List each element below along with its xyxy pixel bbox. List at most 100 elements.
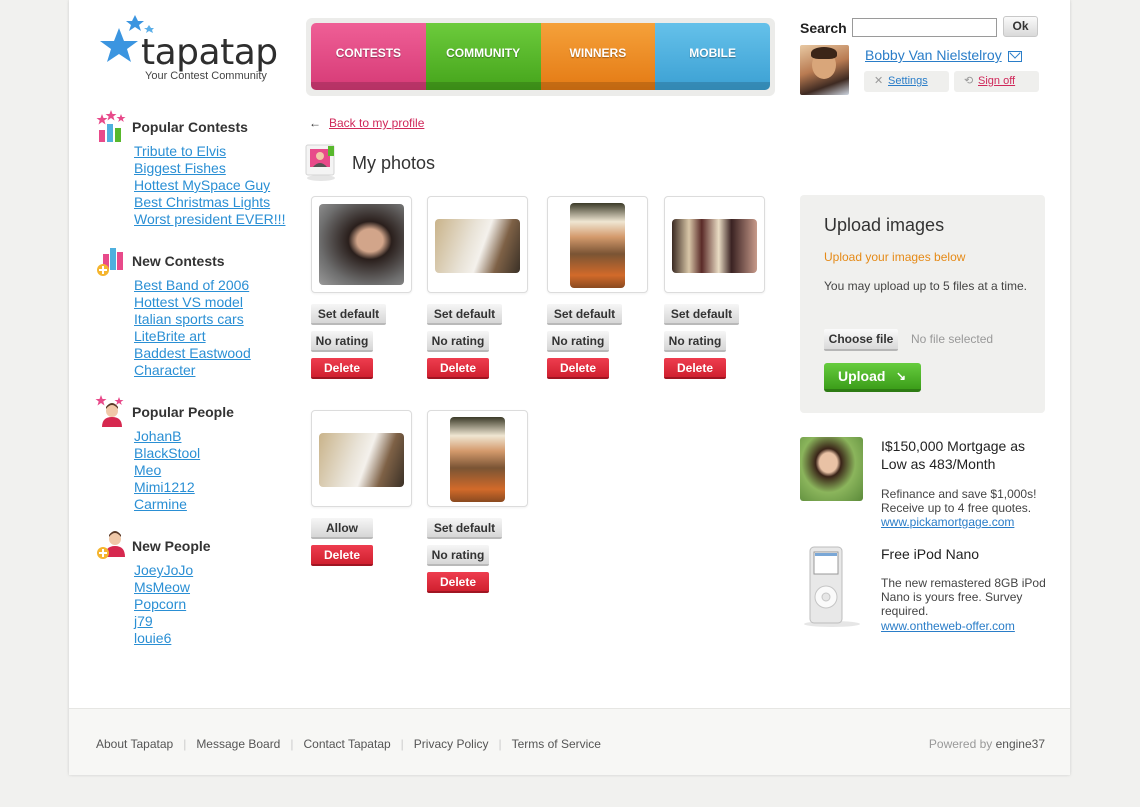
user-avatar[interactable] bbox=[800, 45, 849, 95]
no-rating-button[interactable]: No rating bbox=[547, 331, 609, 352]
delete-button[interactable]: Delete bbox=[311, 358, 373, 379]
set-default-button[interactable]: Set default bbox=[427, 518, 502, 539]
ad-link[interactable]: www.ontheweb-offer.com bbox=[881, 619, 1015, 633]
allow-button[interactable]: Allow bbox=[311, 518, 373, 539]
back-to-profile-link[interactable]: ← Back to my profile bbox=[309, 116, 424, 130]
new-contest-link[interactable]: LiteBrite art bbox=[134, 328, 251, 345]
photo-image bbox=[450, 417, 505, 502]
popular-person-link[interactable]: JohanB bbox=[134, 428, 200, 445]
footer-divider: | bbox=[498, 737, 502, 751]
nav-tab-contests[interactable]: CONTESTS bbox=[311, 23, 426, 90]
photo-thumbnail[interactable] bbox=[427, 196, 528, 293]
popular-person-link[interactable]: Carmine bbox=[134, 496, 200, 513]
new-person-link[interactable]: Popcorn bbox=[134, 596, 193, 613]
new-person-link[interactable]: louie6 bbox=[134, 630, 193, 647]
photo-thumbnail[interactable] bbox=[547, 196, 648, 293]
set-default-button[interactable]: Set default bbox=[547, 304, 622, 325]
popular-contest-link[interactable]: Biggest Fishes bbox=[134, 160, 285, 177]
new-contest-link[interactable]: Best Band of 2006 bbox=[134, 277, 251, 294]
popular-person-link[interactable]: Meo bbox=[134, 462, 200, 479]
footer-divider: | bbox=[183, 737, 187, 751]
footer-link-message-board[interactable]: Message Board bbox=[196, 737, 280, 751]
new-contest-link[interactable]: Hottest VS model bbox=[134, 294, 251, 311]
photo-image bbox=[435, 219, 520, 273]
set-default-button[interactable]: Set default bbox=[664, 304, 739, 325]
photo-image bbox=[672, 219, 757, 273]
nav-tab-winners[interactable]: WINNERS bbox=[540, 23, 656, 90]
delete-button[interactable]: Delete bbox=[427, 358, 489, 379]
main-nav: CONTESTS COMMUNITY WINNERS MOBILE bbox=[306, 18, 775, 96]
mail-icon[interactable] bbox=[1008, 51, 1022, 62]
ad-link[interactable]: www.pickamortgage.com bbox=[881, 515, 1014, 529]
popular-person-link[interactable]: Mimi1212 bbox=[134, 479, 200, 496]
new-contests-title: New Contests bbox=[132, 253, 225, 269]
page-container: tapatap Your Contest Community CONTESTS … bbox=[69, 0, 1070, 775]
back-to-profile-label: Back to my profile bbox=[329, 116, 425, 130]
sign-off-button[interactable]: ⟲ Sign off bbox=[954, 71, 1039, 92]
new-person-link[interactable]: MsMeow bbox=[134, 579, 193, 596]
powered-by-brand: engine37 bbox=[995, 737, 1045, 751]
footer-link-terms[interactable]: Terms of Service bbox=[512, 737, 601, 751]
photo-image bbox=[570, 203, 625, 288]
footer-divider: | bbox=[400, 737, 404, 751]
new-contests-icon bbox=[97, 248, 123, 276]
photo-image bbox=[319, 204, 404, 285]
settings-x-icon: ✕ bbox=[874, 75, 884, 87]
photo-thumbnail[interactable] bbox=[664, 196, 765, 293]
ad-text: Refinance and save $1,000s! Receive up t… bbox=[881, 487, 1037, 515]
set-default-button[interactable]: Set default bbox=[427, 304, 502, 325]
search-ok-button[interactable]: Ok bbox=[1003, 16, 1038, 37]
upload-button[interactable]: Upload ↘ bbox=[824, 363, 921, 392]
ad-mortgage: I$150,000 Mortgage as Low as 483/Month R… bbox=[800, 437, 1050, 537]
popular-people-icon bbox=[95, 395, 124, 427]
popular-people-title: Popular People bbox=[132, 404, 234, 420]
page-title: My photos bbox=[352, 153, 436, 173]
logo[interactable]: tapatap Your Contest Community bbox=[97, 14, 278, 86]
photo-thumbnail[interactable] bbox=[311, 410, 412, 507]
arrow-down-right-icon: ↘ bbox=[895, 369, 906, 383]
nav-tab-mobile[interactable]: MOBILE bbox=[655, 23, 770, 90]
new-contest-link[interactable]: Italian sports cars bbox=[134, 311, 251, 328]
upload-panel: Upload images Upload your images below Y… bbox=[800, 195, 1045, 413]
set-default-button[interactable]: Set default bbox=[311, 304, 386, 325]
search-input[interactable] bbox=[852, 18, 997, 37]
footer-link-privacy[interactable]: Privacy Policy bbox=[414, 737, 489, 751]
nav-tab-community[interactable]: COMMUNITY bbox=[425, 23, 541, 90]
delete-button[interactable]: Delete bbox=[427, 572, 489, 593]
ad-title[interactable]: Free iPod Nano bbox=[881, 545, 1051, 563]
popular-contests-title: Popular Contests bbox=[132, 119, 248, 135]
user-name-link[interactable]: Bobby Van Nielstelroy bbox=[865, 47, 1002, 63]
no-rating-button[interactable]: No rating bbox=[664, 331, 726, 352]
delete-button[interactable]: Delete bbox=[547, 358, 609, 379]
powered-by[interactable]: Powered by engine37 bbox=[929, 737, 1045, 751]
ad-image[interactable] bbox=[800, 437, 863, 501]
no-rating-button[interactable]: No rating bbox=[311, 331, 373, 352]
delete-button[interactable]: Delete bbox=[311, 545, 373, 566]
popular-contest-link[interactable]: Best Christmas Lights bbox=[134, 194, 285, 211]
footer-link-contact[interactable]: Contact Tapatap bbox=[303, 737, 390, 751]
new-person-link[interactable]: JoeyJoJo bbox=[134, 562, 193, 579]
photo-thumbnail[interactable] bbox=[311, 196, 412, 293]
choose-file-button[interactable]: Choose file bbox=[824, 329, 898, 351]
settings-label: Settings bbox=[888, 75, 928, 87]
new-people-title: New People bbox=[132, 538, 211, 554]
footer-link-about[interactable]: About Tapatap bbox=[96, 737, 173, 751]
popular-contest-link[interactable]: Hottest MySpace Guy bbox=[134, 177, 285, 194]
new-contest-link[interactable]: Character bbox=[134, 362, 251, 379]
ad-text: The new remastered 8GB iPod Nano is your… bbox=[881, 576, 1046, 618]
new-person-link[interactable]: j79 bbox=[134, 613, 193, 630]
delete-button[interactable]: Delete bbox=[664, 358, 726, 379]
popular-contest-link[interactable]: Tribute to Elvis bbox=[134, 143, 285, 160]
no-rating-button[interactable]: No rating bbox=[427, 545, 489, 566]
popular-contest-link[interactable]: Worst president EVER!!! bbox=[134, 211, 285, 228]
settings-button[interactable]: ✕ Settings bbox=[864, 71, 949, 92]
footer: About Tapatap | Message Board | Contact … bbox=[69, 708, 1070, 775]
new-contest-link[interactable]: Baddest Eastwood bbox=[134, 345, 251, 362]
back-arrow-icon: ← bbox=[309, 116, 321, 130]
photo-thumbnail[interactable] bbox=[427, 410, 528, 507]
ad-title[interactable]: I$150,000 Mortgage as Low as 483/Month bbox=[881, 437, 1051, 473]
popular-person-link[interactable]: BlackStool bbox=[134, 445, 200, 462]
photo-image bbox=[319, 433, 404, 487]
no-rating-button[interactable]: No rating bbox=[427, 331, 489, 352]
ipod-icon[interactable] bbox=[800, 545, 863, 627]
